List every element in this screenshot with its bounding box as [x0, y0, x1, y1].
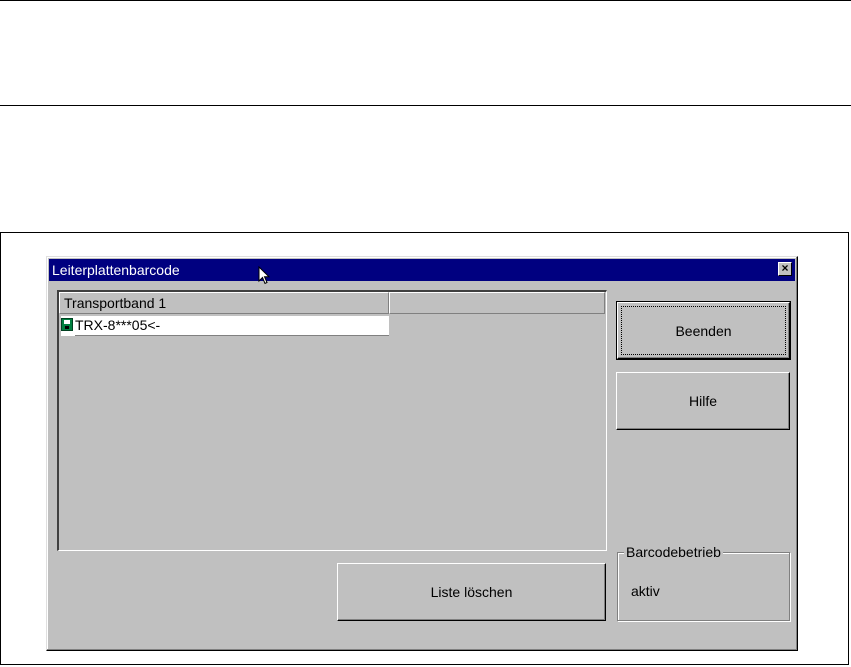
window-title: Leiterplattenbarcode — [52, 262, 180, 278]
barcode-dialog: Leiterplattenbarcode × Transportband 1 T… — [46, 256, 798, 651]
header-rule — [0, 105, 851, 106]
top-rule — [0, 0, 851, 1]
row-underline — [75, 335, 389, 336]
clear-list-button[interactable]: Liste löschen — [337, 563, 606, 621]
quit-button[interactable]: Beenden — [616, 301, 791, 360]
column-header-transportband[interactable]: Transportband 1 — [59, 292, 389, 314]
barcode-mode-group: Barcodebetrieb aktiv — [617, 543, 790, 621]
help-button[interactable]: Hilfe — [616, 372, 790, 430]
mouse-pointer-icon — [258, 266, 270, 285]
title-bar[interactable]: Leiterplattenbarcode × — [49, 259, 795, 281]
barcode-mode-status: aktiv — [631, 583, 660, 599]
list-item[interactable]: TRX-8***05<- — [61, 316, 389, 336]
close-icon: × — [781, 261, 789, 275]
column-header-empty[interactable] — [389, 292, 605, 314]
barcode-mode-legend: Barcodebetrieb — [624, 543, 723, 561]
close-button[interactable]: × — [778, 262, 792, 276]
disk-icon — [61, 318, 73, 331]
barcode-list[interactable]: Transportband 1 TRX-8***05<- — [57, 290, 607, 551]
list-item-text: TRX-8***05<- — [75, 317, 161, 333]
